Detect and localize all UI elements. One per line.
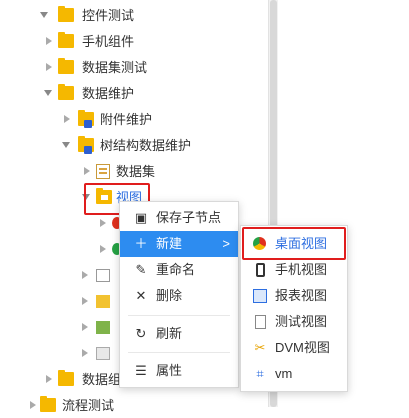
tree-node-label: 数据集 — [116, 164, 156, 179]
menu-item-save-child[interactable]: ▣ 保存子节点 — [120, 205, 238, 231]
module-badge-icon — [84, 146, 92, 154]
save-icon: ▣ — [134, 210, 148, 225]
rename-icon: ✎ — [135, 262, 147, 277]
submenu-item-mobile-view[interactable]: 手机视图 — [241, 257, 347, 283]
module-badge-icon — [84, 120, 92, 128]
menu-item-refresh[interactable]: ↻ 刷新 — [120, 321, 238, 347]
tree-node-label: 附件维护 — [100, 112, 153, 127]
context-menu: ▣ 保存子节点 ＋ 新建 > ✎ 重命名 ✕ 删除 ↻ 刷新 ☰ 属性 — [119, 201, 239, 388]
collapse-arrow-icon[interactable] — [82, 297, 88, 305]
expand-arrow-icon[interactable] — [40, 12, 48, 18]
form-icon — [96, 347, 110, 360]
folder-icon — [58, 58, 74, 74]
folder-icon — [40, 396, 56, 412]
submenu-item-test-view[interactable]: 测试视图 — [241, 309, 347, 335]
collapse-arrow-icon[interactable] — [30, 401, 36, 409]
component-icon — [96, 295, 110, 308]
close-icon: ✕ — [135, 288, 147, 303]
expand-arrow-icon[interactable] — [62, 142, 70, 148]
tree-node-label: 控件测试 — [82, 8, 135, 23]
highlight-box-desktop-view — [242, 227, 346, 260]
menu-item-rename[interactable]: ✎ 重命名 — [120, 257, 238, 283]
collapse-arrow-icon[interactable] — [46, 63, 52, 71]
dataset-icon — [96, 164, 110, 179]
tree-node-label: 树结构数据维护 — [100, 138, 192, 153]
properties-icon: ☰ — [135, 363, 147, 378]
report-icon — [253, 289, 267, 303]
submenu-item-report-view[interactable]: 报表视图 — [241, 283, 347, 309]
folder-icon — [58, 84, 74, 100]
collapse-arrow-icon[interactable] — [46, 37, 52, 45]
collapse-arrow-icon[interactable] — [100, 219, 106, 227]
menu-divider — [128, 352, 230, 353]
tree-node-label: 流程测试 — [62, 398, 115, 413]
menu-item-new[interactable]: ＋ 新建 > — [120, 231, 238, 257]
collapse-arrow-icon[interactable] — [82, 323, 88, 331]
vm-icon: ⌗ — [256, 366, 264, 381]
tree-node-label: 手机组件 — [82, 34, 135, 49]
document-icon — [255, 315, 266, 329]
menu-divider — [128, 315, 230, 316]
tree-node-label: 数据维护 — [82, 86, 135, 101]
collapse-arrow-icon[interactable] — [84, 167, 90, 175]
folder-icon — [58, 6, 74, 22]
collapse-arrow-icon[interactable] — [64, 115, 70, 123]
flow-icon — [96, 321, 110, 334]
phone-icon — [256, 263, 265, 277]
menu-item-properties[interactable]: ☰ 属性 — [120, 358, 238, 384]
submenu-item-dvm-view[interactable]: ✂ DVM视图 — [241, 335, 347, 361]
submenu-arrow-icon: > — [222, 236, 230, 251]
tree-node-label: 数据集测试 — [82, 60, 148, 75]
collapse-arrow-icon[interactable] — [100, 245, 106, 253]
chart-icon — [96, 269, 110, 282]
collapse-arrow-icon[interactable] — [82, 271, 88, 279]
plus-icon: ＋ — [134, 236, 148, 251]
submenu-item-vm[interactable]: ⌗ vm — [241, 361, 347, 387]
dvm-icon: ✂ — [254, 340, 266, 355]
folder-icon — [58, 32, 74, 48]
folder-icon — [58, 370, 74, 386]
collapse-arrow-icon[interactable] — [82, 349, 88, 357]
menu-item-delete[interactable]: ✕ 删除 — [120, 283, 238, 309]
expand-arrow-icon[interactable] — [44, 90, 52, 96]
refresh-icon: ↻ — [135, 326, 147, 341]
collapse-arrow-icon[interactable] — [46, 375, 52, 383]
